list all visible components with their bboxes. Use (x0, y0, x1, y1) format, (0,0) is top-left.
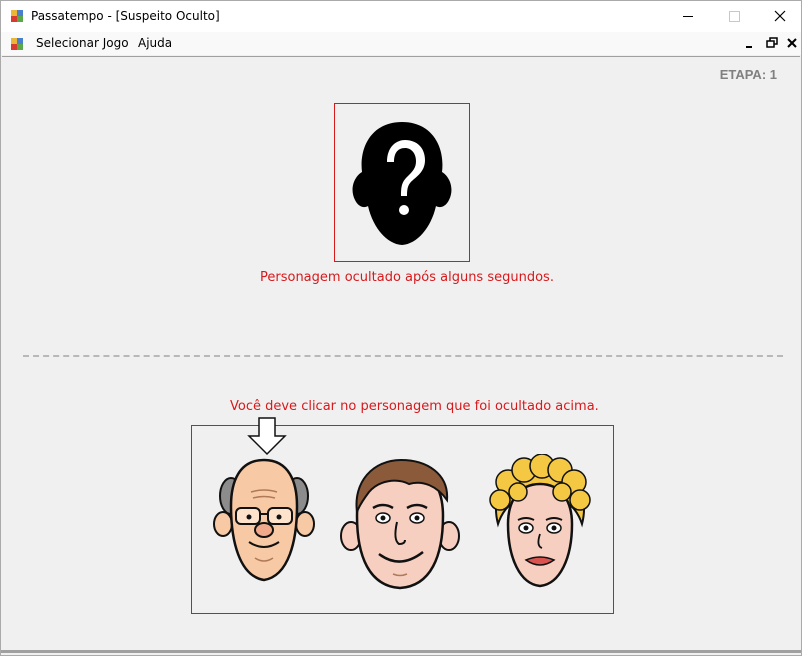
character-old-man[interactable] (211, 456, 317, 586)
window-title: Passatempo - [Suspeito Oculto] (31, 9, 220, 23)
down-arrow-icon (247, 417, 287, 456)
menu-bar: Selecionar Jogo Ajuda (1, 32, 801, 55)
title-bar[interactable]: Passatempo - [Suspeito Oculto] (1, 1, 801, 32)
character-blonde-woman[interactable] (488, 454, 592, 589)
child-restore-icon[interactable] (765, 36, 779, 50)
mdi-child-icon[interactable] (10, 37, 24, 51)
menu-selecionar-jogo[interactable]: Selecionar Jogo (36, 36, 129, 50)
menu-ajuda[interactable]: Ajuda (138, 36, 172, 50)
status-strip (1, 650, 801, 653)
child-minimize-icon[interactable] (743, 36, 757, 50)
hidden-caption: Personagem ocultado após alguns segundos… (260, 270, 554, 285)
close-icon (774, 10, 786, 22)
maximize-icon (729, 11, 740, 22)
close-button[interactable] (757, 1, 802, 32)
hidden-character-box (334, 103, 470, 262)
minimize-button[interactable] (665, 1, 711, 32)
maximize-button[interactable] (711, 1, 757, 32)
app-window: Passatempo - [Suspeito Oculto] Seleciona… (0, 0, 802, 656)
separator-line (23, 355, 783, 357)
character-brown-hair-man[interactable] (339, 456, 461, 591)
stage-label: ETAPA: 1 (719, 67, 777, 82)
app-icon (11, 10, 23, 22)
child-close-icon[interactable] (785, 36, 799, 50)
minimize-icon (683, 16, 693, 17)
instruction-text: Você deve clicar no personagem que foi o… (230, 399, 599, 414)
question-head-icon (352, 122, 452, 245)
